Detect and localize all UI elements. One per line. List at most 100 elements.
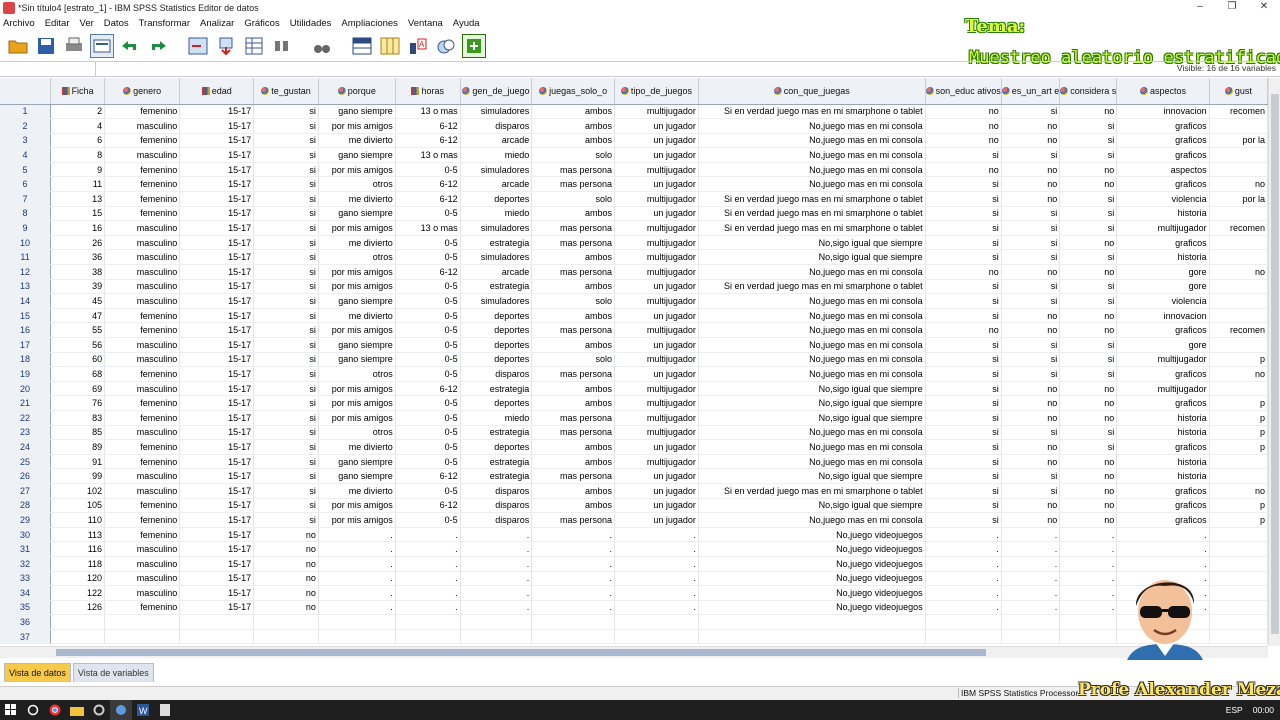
data-cell[interactable]: por mis amigos (318, 264, 396, 280)
data-cell[interactable] (460, 629, 533, 645)
data-cell[interactable]: 15 (50, 206, 106, 222)
column-header[interactable]: con_que_juegas (698, 78, 926, 105)
data-cell[interactable]: si (1001, 293, 1061, 309)
data-cell[interactable]: simuladores (460, 293, 533, 309)
data-cell[interactable] (1209, 468, 1268, 484)
row-number[interactable]: 34 (0, 585, 52, 601)
data-cell[interactable]: mas persona (531, 162, 615, 178)
data-cell[interactable]: si (253, 133, 319, 149)
column-header[interactable]: considera s (1059, 78, 1118, 105)
data-cell[interactable] (614, 614, 699, 630)
data-cell[interactable]: no (925, 264, 1002, 280)
data-cell[interactable]: mas persona (531, 512, 615, 528)
data-cell[interactable]: por mis amigos (318, 322, 396, 338)
data-cell[interactable]: si (1001, 352, 1061, 368)
data-cell[interactable]: disparos (460, 366, 533, 382)
column-header[interactable]: gen_de_juego (460, 78, 533, 105)
data-cell[interactable]: si (1059, 147, 1118, 163)
data-cell[interactable]: masculino (104, 235, 181, 251)
data-cell[interactable]: solo (531, 352, 615, 368)
data-cell[interactable]: masculino (104, 147, 181, 163)
data-cell[interactable]: por mis amigos (318, 118, 396, 134)
data-cell[interactable]: 69 (50, 381, 106, 397)
data-cell[interactable]: . (531, 585, 615, 601)
data-cell[interactable]: 99 (50, 468, 106, 484)
data-cell[interactable]: No,sigo igual que siempre (698, 410, 926, 426)
data-cell[interactable]: 0-5 (395, 352, 461, 368)
row-number[interactable]: 22 (0, 410, 52, 426)
data-cell[interactable]: femenino (104, 600, 181, 616)
data-cell[interactable]: multijugador (614, 220, 699, 236)
data-cell[interactable]: 15-17 (179, 454, 255, 470)
row-number[interactable]: 28 (0, 498, 52, 514)
data-cell[interactable]: . (531, 541, 615, 557)
data-cell[interactable]: . (925, 585, 1002, 601)
data-cell[interactable]: si (1001, 206, 1061, 222)
data-cell[interactable]: no (1001, 512, 1061, 528)
data-cell[interactable]: si (1059, 439, 1118, 455)
data-cell[interactable]: no (1059, 322, 1118, 338)
data-cell[interactable] (1209, 556, 1268, 572)
data-cell[interactable]: No,juego mas en mi consola (698, 322, 926, 338)
data-cell[interactable]: si (925, 308, 1002, 324)
data-cell[interactable]: me divierto (318, 191, 396, 207)
data-cell[interactable]: 6-12 (395, 133, 461, 149)
notepad-icon[interactable] (154, 700, 176, 720)
data-cell[interactable]: 0-5 (395, 337, 461, 353)
data-cell[interactable]: arcade (460, 176, 533, 193)
data-cell[interactable]: si (1001, 366, 1061, 382)
data-cell[interactable]: si (925, 425, 1002, 441)
data-cell[interactable]: no (1209, 483, 1268, 499)
data-cell[interactable]: 15-17 (179, 249, 255, 266)
data-cell[interactable]: . (318, 556, 396, 572)
data-cell[interactable]: gano siempre (318, 337, 396, 353)
data-cell[interactable]: ambos (531, 279, 615, 295)
data-cell[interactable]: graficos (1116, 439, 1210, 455)
data-cell[interactable]: . (1116, 527, 1210, 543)
data-cell[interactable]: 68 (50, 366, 106, 382)
column-header[interactable]: tipo_de_juegos (614, 78, 699, 105)
data-cell[interactable]: p (1209, 498, 1268, 514)
data-cell[interactable]: 89 (50, 439, 106, 455)
open-folder-icon[interactable] (6, 34, 30, 58)
data-cell[interactable]: si (1059, 352, 1118, 368)
data-cell[interactable]: si (1059, 220, 1118, 236)
column-header[interactable]: edad (179, 78, 255, 105)
data-cell[interactable]: graficos (1116, 395, 1210, 411)
data-cell[interactable]: 110 (50, 512, 106, 528)
data-cell[interactable]: si (925, 410, 1002, 426)
column-header[interactable]: aspectos (1116, 78, 1210, 105)
data-cell[interactable]: no (1001, 191, 1061, 207)
data-cell[interactable]: graficos (1116, 322, 1210, 338)
column-header[interactable]: son_educ ativos (925, 78, 1002, 105)
column-header[interactable]: horas (395, 78, 461, 105)
data-cell[interactable]: femenino (104, 512, 181, 528)
data-cell[interactable]: por mis amigos (318, 410, 396, 426)
data-cell[interactable]: masculino (104, 541, 181, 557)
data-cell[interactable]: no (1059, 381, 1118, 397)
data-cell[interactable]: No,sigo igual que siempre (698, 498, 926, 514)
data-cell[interactable] (179, 614, 255, 630)
data-cell[interactable]: femenino (104, 206, 181, 222)
data-cell[interactable]: . (1059, 541, 1118, 557)
row-number[interactable]: 36 (0, 614, 52, 630)
data-cell[interactable]: un jugador (614, 118, 699, 134)
data-cell[interactable]: 15-17 (179, 147, 255, 163)
data-cell[interactable]: 15-17 (179, 527, 255, 543)
data-cell[interactable]: 15-17 (179, 366, 255, 382)
data-cell[interactable]: si (1059, 191, 1118, 207)
data-cell[interactable]: 120 (50, 571, 106, 587)
word-icon[interactable]: W (132, 700, 154, 720)
data-cell[interactable]: 15-17 (179, 556, 255, 572)
data-cell[interactable]: No,juego videojuegos (698, 585, 926, 601)
row-number[interactable]: 9 (0, 220, 52, 236)
data-cell[interactable]: ambos (531, 206, 615, 222)
data-cell[interactable] (1209, 381, 1268, 397)
data-cell[interactable]: no (925, 162, 1002, 178)
data-cell[interactable] (50, 629, 106, 645)
data-cell[interactable]: . (614, 541, 699, 557)
data-cell[interactable]: multijugador (614, 162, 699, 178)
column-header[interactable]: porque (318, 78, 396, 105)
windows-start-icon[interactable] (0, 700, 22, 720)
data-cell[interactable]: si (253, 191, 319, 207)
